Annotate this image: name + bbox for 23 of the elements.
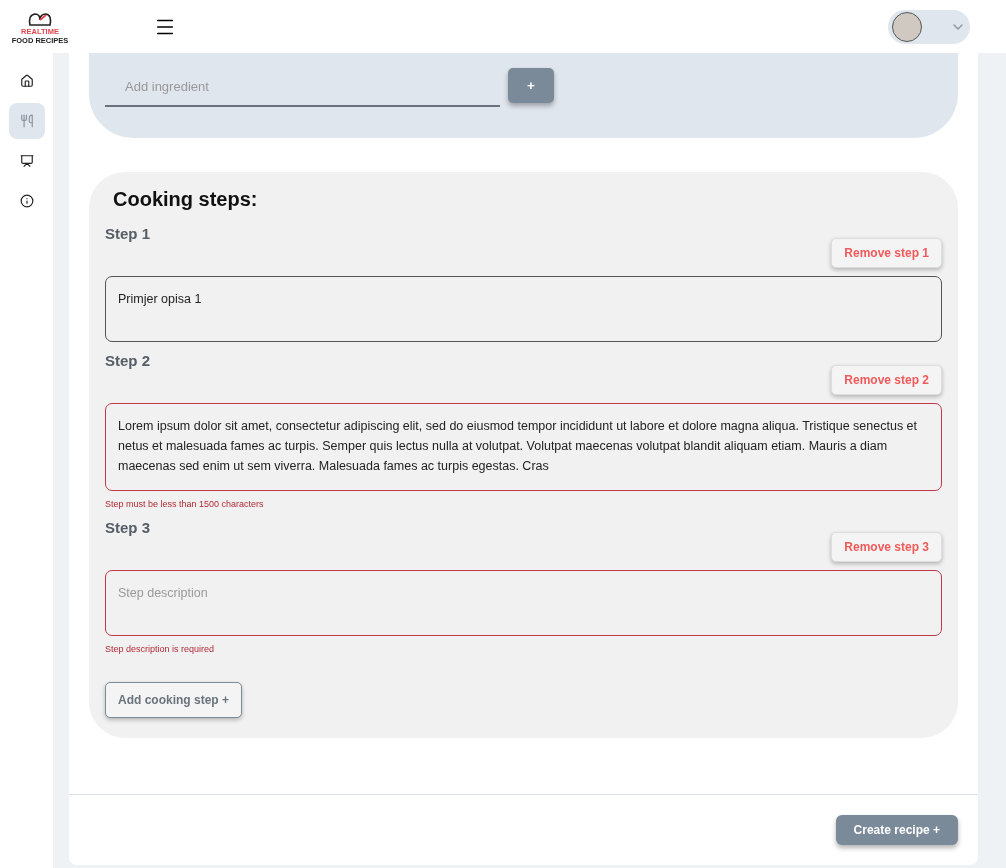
add-ingredient-button[interactable]: + [508, 68, 554, 103]
profile-menu-button[interactable] [888, 9, 970, 44]
error-message: Step must be less than 1500 characters [105, 499, 265, 509]
input-field[interactable]: Add ingredient [105, 68, 500, 107]
avatar [892, 11, 922, 42]
step-label: Step 3 [105, 519, 150, 536]
step-description-field[interactable]: Primjer opisa 1 [105, 276, 942, 342]
remove-step-button[interactable]: Remove step 1 [831, 238, 942, 268]
remove-step-button[interactable]: Remove step 2 [831, 365, 942, 395]
step-label: Step 2 [105, 352, 150, 369]
step-description-field[interactable]: Step description [105, 570, 942, 636]
info-icon [19, 194, 34, 208]
presentation-board-icon [19, 154, 34, 168]
create-recipe-button[interactable]: Create recipe + [835, 815, 958, 845]
remove-step-button[interactable]: Remove step 3 [831, 532, 942, 562]
home-icon [19, 74, 34, 88]
add-cooking-step-button[interactable]: Add cooking step + [105, 682, 242, 718]
logo-icon [27, 10, 53, 27]
error-message: Step description is required [105, 644, 216, 654]
fork-knife-icon [19, 114, 34, 128]
section-title: Cooking steps: [113, 188, 259, 211]
step-description-field[interactable]: Lorem ipsum dolor sit amet, consectetur adipiscing elit, sed do eiusmod tempor incididunt ut labore et dolore magna aliqua. Tristique senectus et netus et malesuada fames ac turpis. Semper quis lectus nulla at volutpat. Volutpat maecenas volutpat blandit aliquam etiam. Mauris a diam maecenas sed enim ut sem viverra. Malesuada fames ac turpis egestas. Cras [105, 403, 942, 491]
step-label: Step 1 [105, 225, 150, 242]
